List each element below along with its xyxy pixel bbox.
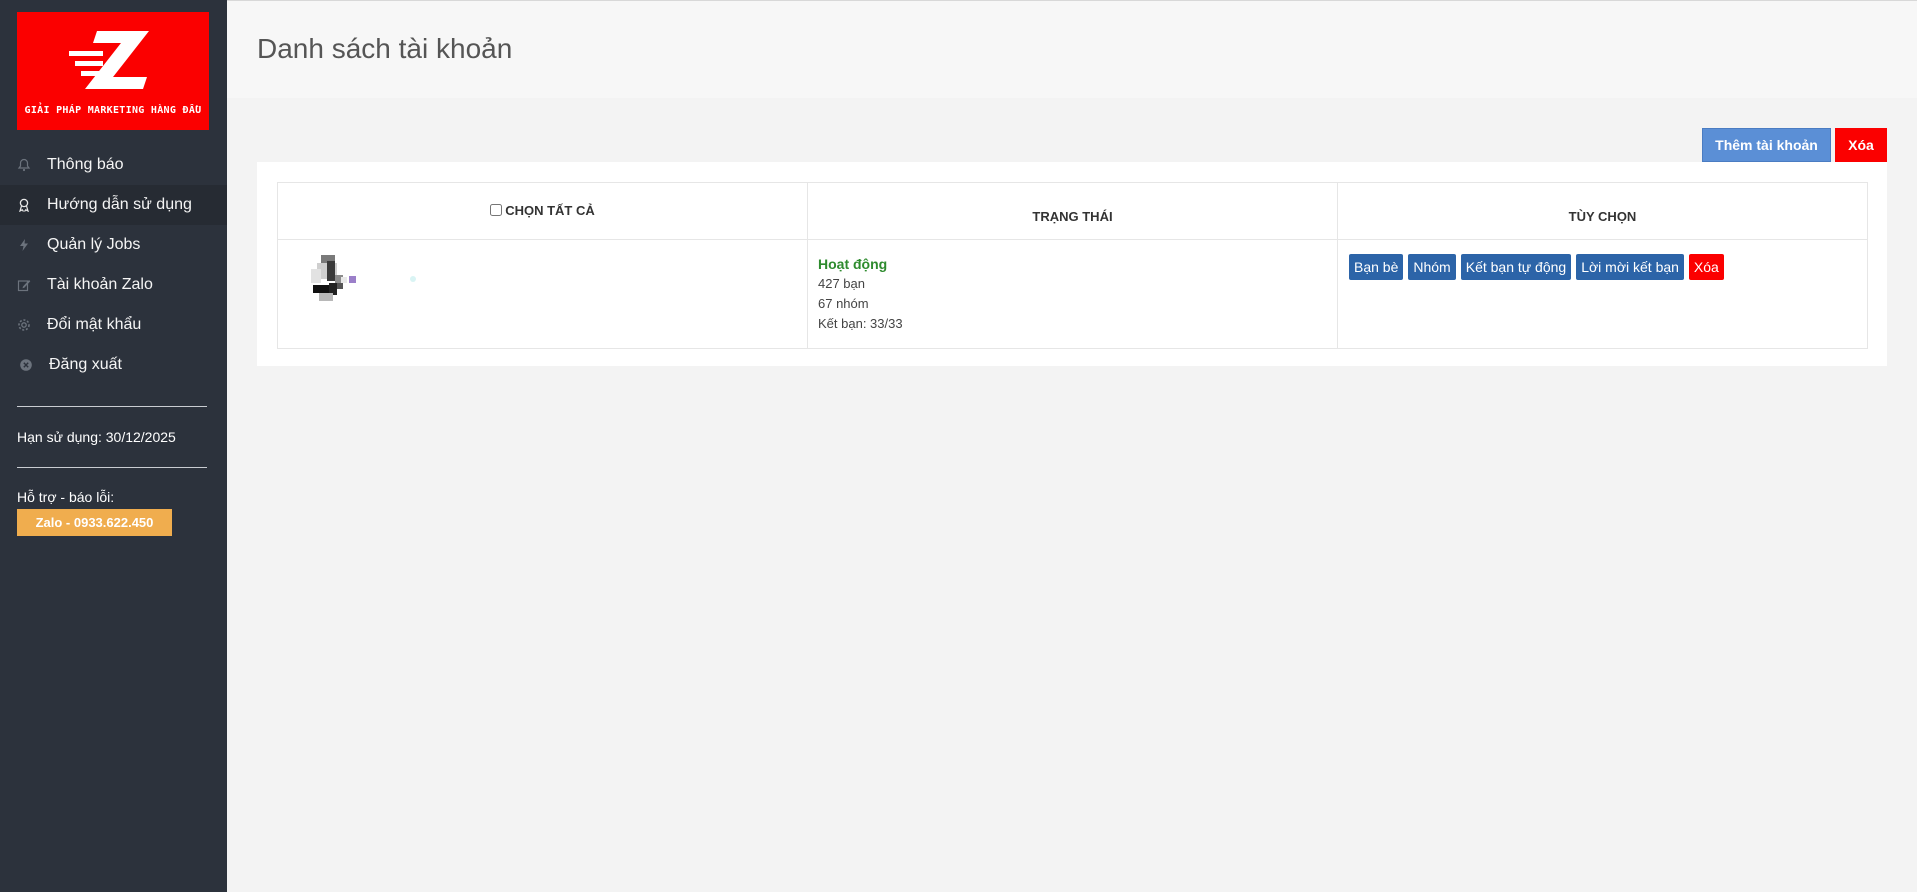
sidebar-item-logout[interactable]: Đăng xuất [0, 345, 227, 385]
select-all-checkbox[interactable] [490, 204, 503, 217]
avatar[interactable] [305, 255, 365, 311]
accounts-panel: CHỌN TẤT CẢ TRẠNG THÁI TÙY CHỌN Hoạt độn… [257, 162, 1887, 366]
column-options-label: TÙY CHỌN [1568, 208, 1637, 224]
table-header-row: CHỌN TẤT CẢ TRẠNG THÁI TÙY CHỌN [277, 182, 1868, 240]
column-select-all: CHỌN TẤT CẢ [277, 182, 808, 240]
page-header: Danh sách tài khoản [227, 0, 1917, 98]
close-circle-icon [19, 358, 33, 372]
edit-icon [17, 278, 31, 292]
friend-invitations-button[interactable]: Lời mời kết bạn [1576, 254, 1684, 280]
groups-button[interactable]: Nhóm [1408, 254, 1456, 280]
account-avatar-cell [277, 239, 808, 349]
sidebar-item-change-password[interactable]: Đổi mật khẩu [0, 305, 227, 345]
sidebar-item-label: Đăng xuất [49, 356, 122, 373]
award-icon [17, 198, 31, 212]
friends-button[interactable]: Bạn bè [1349, 254, 1404, 280]
add-account-button[interactable]: Thêm tài khoản [1702, 128, 1831, 162]
sidebar-item-label: Tài khoản Zalo [47, 276, 153, 293]
sidebar-item-guide[interactable]: Hướng dẫn sử dụng [0, 185, 227, 225]
column-status-label: TRẠNG THÁI [1032, 208, 1113, 224]
delete-button[interactable]: Xóa [1835, 128, 1887, 162]
accounts-table: CHỌN TẤT CẢ TRẠNG THÁI TÙY CHỌN Hoạt độn… [277, 182, 1868, 349]
bell-icon [17, 158, 31, 172]
auto-add-friends-button[interactable]: Kết bạn tự động [1460, 254, 1572, 280]
bolt-icon [17, 238, 31, 252]
table-row: Hoạt động 427 bạn 67 nhóm Kết bạn: 33/33… [277, 239, 1868, 349]
account-status-cell: Hoạt động 427 bạn 67 nhóm Kết bạn: 33/33 [807, 239, 1338, 349]
avatar-dot [410, 276, 416, 282]
page-title: Danh sách tài khoản [257, 33, 513, 64]
sidebar-divider [17, 406, 207, 407]
column-status: TRẠNG THÁI [807, 182, 1338, 240]
expiry-date: Hạn sử dụng: 30/12/2025 [17, 429, 176, 445]
sidebar-item-label: Thông báo [47, 156, 124, 173]
select-all-label: CHỌN TẤT CẢ [505, 202, 595, 218]
sidebar-item-label: Quản lý Jobs [47, 236, 141, 253]
status-badge: Hoạt động [818, 256, 888, 272]
sidebar-item-jobs[interactable]: Quản lý Jobs [0, 225, 227, 265]
zalo-support-button[interactable]: Zalo - 0933.622.450 [17, 509, 172, 536]
delete-account-button[interactable]: Xóa [1688, 254, 1724, 280]
sidebar-item-label: Đổi mật khẩu [47, 316, 142, 333]
brand-logo[interactable]: GIẢI PHÁP MARKETING HÀNG ĐẦU [17, 12, 209, 130]
invites-count: Kết bạn: 33/33 [818, 316, 903, 331]
sidebar-divider [17, 467, 207, 468]
account-options-cell: Bạn bè Nhóm Kết bạn tự động Lời mời kết bạn… [1337, 239, 1868, 349]
gear-icon [17, 318, 31, 332]
sidebar-menu: Thông báo Hướng dẫn sử dụng Quản lý Jobs… [0, 145, 227, 385]
support-label: Hỗ trợ - báo lỗi: [17, 489, 115, 505]
groups-count: 67 nhóm [818, 296, 869, 311]
logo-z-icon [69, 31, 149, 89]
sidebar-item-zalo-accounts[interactable]: Tài khoản Zalo [0, 265, 227, 305]
sidebar-item-label: Hướng dẫn sử dụng [47, 196, 192, 213]
sidebar-item-notifications[interactable]: Thông báo [0, 145, 227, 185]
logo-tagline: GIẢI PHÁP MARKETING HÀNG ĐẦU [24, 105, 202, 116]
sidebar: GIẢI PHÁP MARKETING HÀNG ĐẦU Thông báo H… [0, 0, 227, 892]
column-options: TÙY CHỌN [1337, 182, 1868, 240]
friends-count: 427 bạn [818, 276, 865, 291]
